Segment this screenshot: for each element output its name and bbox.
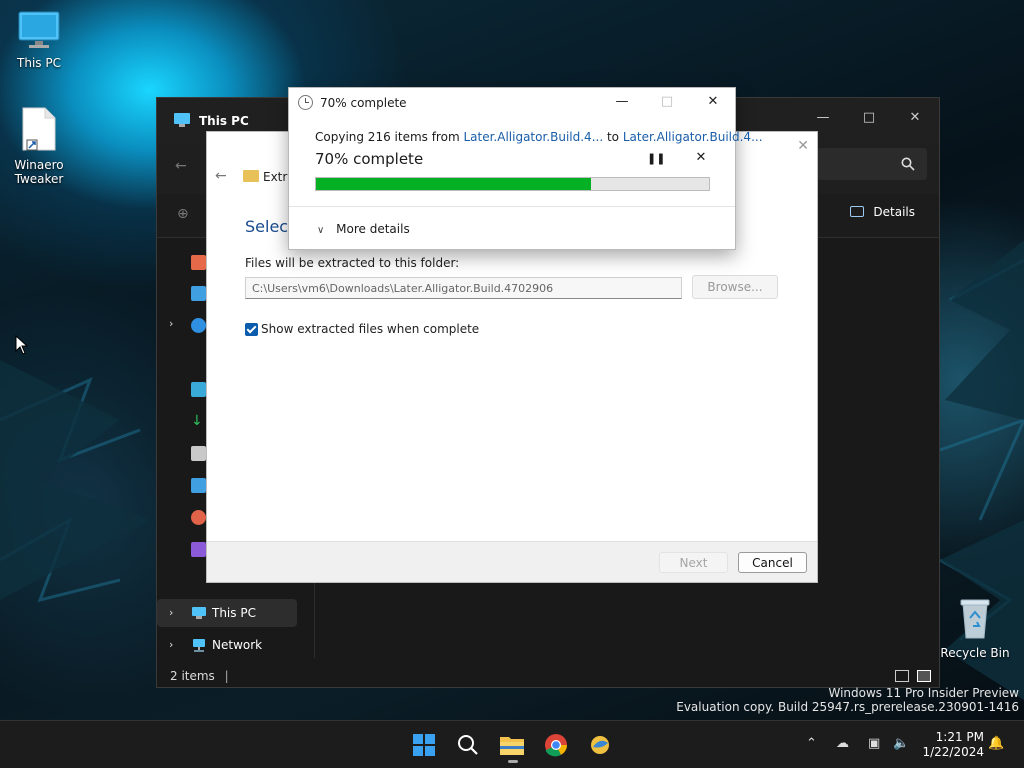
- start-button[interactable]: [406, 729, 442, 761]
- windows-logo-icon: [413, 734, 435, 756]
- desktop-icon-label: Recycle Bin: [940, 646, 1010, 660]
- next-button[interactable]: Next: [659, 552, 728, 573]
- evaluation-watermark: Windows 11 Pro Insider Preview Evaluatio…: [676, 686, 1019, 714]
- copy-progress-dialog: 70% complete — □ ✕ Copying 216 items fro…: [288, 87, 763, 250]
- mouse-cursor-icon: [15, 335, 29, 355]
- network-icon: [193, 639, 205, 652]
- chevron-down-icon: ∨: [317, 225, 325, 236]
- clock-date: 1/22/2024: [922, 745, 984, 759]
- divider: [289, 206, 735, 207]
- gallery-icon[interactable]: [191, 286, 206, 301]
- progress-title: 70% complete: [320, 96, 407, 110]
- chevron-up-icon[interactable]: ⌃: [806, 736, 817, 751]
- search-icon: [458, 735, 478, 755]
- monitor-icon: [18, 11, 60, 48]
- downloads-icon[interactable]: ↓: [191, 414, 206, 429]
- nav-item-this-pc[interactable]: › This PC: [157, 599, 297, 627]
- progress-close-button[interactable]: ✕: [693, 91, 733, 113]
- desktop-icon-recycle-bin[interactable]: Recycle Bin: [939, 596, 1011, 660]
- desktop-icon-winaero-tweaker[interactable]: Winaero Tweaker: [3, 106, 75, 186]
- taskbar-chrome[interactable]: [538, 729, 574, 761]
- desktop-icon-label: This PC: [17, 56, 61, 70]
- music-icon[interactable]: [191, 510, 206, 525]
- taskbar-app[interactable]: [582, 729, 618, 761]
- browse-button[interactable]: Browse...: [692, 275, 778, 299]
- list-view-icon[interactable]: [895, 670, 909, 682]
- taskbar-search-button[interactable]: [450, 729, 486, 761]
- new-plus-icon[interactable]: ⊕: [177, 206, 189, 222]
- folder-icon: [500, 737, 524, 755]
- onedrive-icon[interactable]: [191, 318, 206, 333]
- cancel-button[interactable]: Cancel: [738, 552, 807, 573]
- explorer-search-box[interactable]: [817, 148, 927, 180]
- recycle-bin-icon: [960, 599, 990, 639]
- close-icon[interactable]: ✕: [797, 138, 809, 154]
- chevron-right-icon[interactable]: ›: [169, 599, 173, 627]
- details-label: Details: [873, 205, 915, 219]
- source-link[interactable]: Later.Alligator.Build.4...: [463, 130, 603, 144]
- destination-label: Files will be extracted to this folder:: [245, 256, 460, 270]
- percent-complete-text: 70% complete: [315, 150, 424, 168]
- notification-bell-icon[interactable]: 🔔: [988, 736, 1004, 751]
- home-icon[interactable]: [191, 255, 206, 270]
- more-details-label: More details: [336, 222, 410, 236]
- wizard-heading: Select: [245, 217, 295, 236]
- explorer-minimize-button[interactable]: —: [803, 104, 843, 132]
- explorer-title: This PC: [199, 114, 249, 128]
- nav-item-label: Network: [212, 638, 263, 652]
- more-details-toggle[interactable]: ∨ More details: [317, 222, 410, 236]
- chevron-right-icon[interactable]: ›: [169, 631, 173, 659]
- destination-input[interactable]: [245, 277, 682, 299]
- wizard-footer: Next Cancel: [207, 541, 817, 582]
- nav-item-label: This PC: [212, 606, 256, 620]
- back-arrow-icon[interactable]: ←: [215, 168, 227, 184]
- onedrive-offline-icon[interactable]: ☁: [836, 736, 849, 751]
- pause-icon[interactable]: ❚❚: [647, 152, 665, 168]
- app-icon: [591, 736, 609, 754]
- volume-muted-icon[interactable]: 🔈: [893, 736, 909, 751]
- show-files-label: Show extracted files when complete: [261, 322, 480, 336]
- clock[interactable]: 1:21 PM 1/22/2024: [922, 730, 984, 760]
- details-button[interactable]: Details: [849, 205, 915, 219]
- status-item-count: 2 items |: [170, 669, 229, 683]
- this-pc-icon: [174, 113, 190, 127]
- clock-time: 1:21 PM: [935, 730, 984, 744]
- this-pc-icon: [192, 607, 206, 619]
- back-arrow-icon[interactable]: ←: [175, 158, 187, 174]
- chevron-right-icon[interactable]: ›: [169, 317, 173, 330]
- zip-folder-icon: [243, 170, 259, 182]
- explorer-close-button[interactable]: ✕: [895, 104, 935, 132]
- network-status-icon[interactable]: ▣: [868, 736, 880, 751]
- progress-maximize-button: □: [660, 94, 674, 109]
- details-pane-icon: [849, 206, 864, 217]
- taskbar: ⌃ ☁ ▣ 🔈 1:21 PM 1/22/2024 🔔: [0, 720, 1024, 768]
- nav-item-network[interactable]: › Network: [157, 631, 297, 659]
- copy-description: Copying 216 items from Later.Alligator.B…: [315, 130, 763, 144]
- progress-bar-fill: [316, 178, 592, 190]
- desktop-icon-label: Winaero Tweaker: [14, 158, 64, 186]
- destination-link[interactable]: Later.Alligator.Build.4...: [623, 130, 763, 144]
- chrome-icon: [545, 734, 567, 757]
- tiles-view-icon[interactable]: [917, 670, 931, 682]
- progress-bar: [315, 177, 710, 191]
- show-files-checkbox[interactable]: [245, 323, 258, 336]
- cancel-copy-icon[interactable]: ✕: [693, 150, 709, 168]
- clock-icon: [298, 95, 313, 110]
- active-indicator: [508, 760, 518, 763]
- search-icon: [901, 157, 915, 171]
- documents-icon[interactable]: [191, 446, 206, 461]
- progress-minimize-button[interactable]: —: [602, 91, 642, 113]
- desktop-icon-this-pc[interactable]: This PC: [3, 10, 75, 70]
- videos-icon[interactable]: [191, 542, 206, 557]
- document-icon: [22, 107, 56, 151]
- explorer-maximize-button[interactable]: □: [849, 104, 889, 132]
- taskbar-file-explorer[interactable]: [494, 729, 530, 763]
- desktop-folder-icon[interactable]: [191, 382, 206, 397]
- pictures-icon[interactable]: [191, 478, 206, 493]
